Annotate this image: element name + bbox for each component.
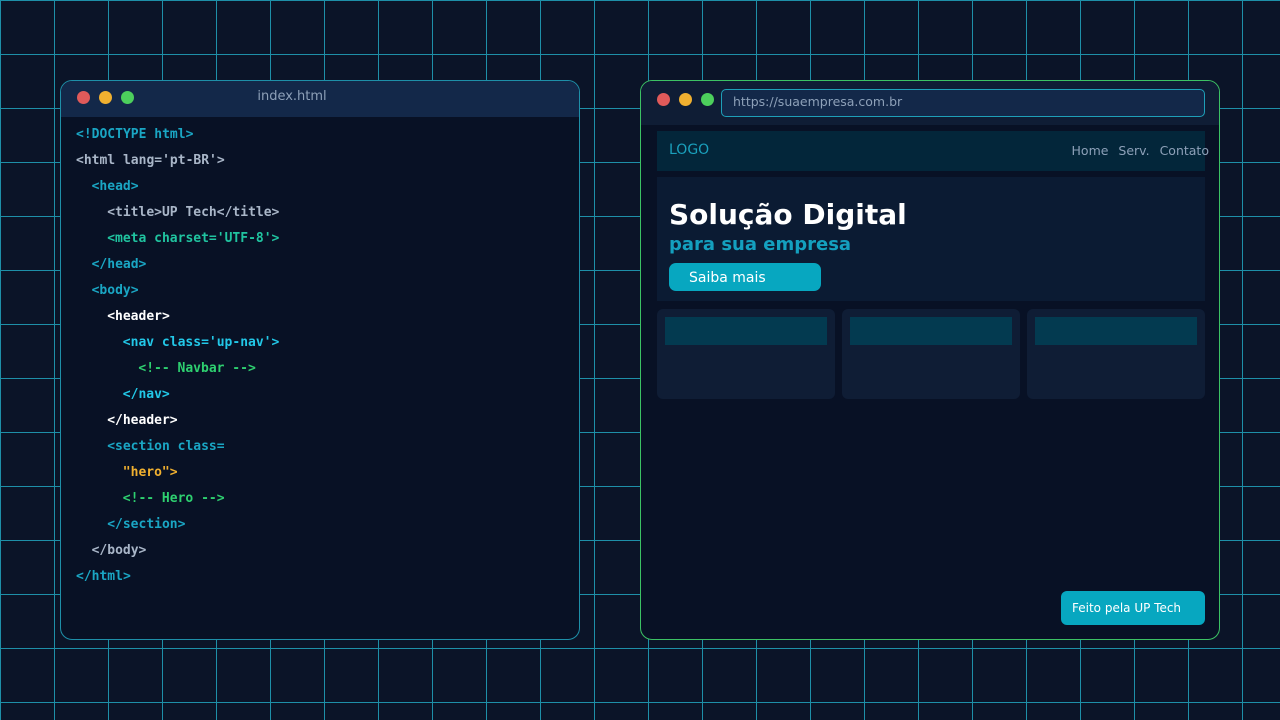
code-line: <html lang='pt-BR'> — [76, 153, 225, 168]
browser-window: https://suaempresa.com.br LOGO Home Serv… — [640, 80, 1220, 640]
code-line: </section> — [107, 517, 186, 532]
hero-section: Solução Digital para sua empresa Saiba m… — [657, 177, 1205, 301]
code-line: <!-- Hero --> — [122, 491, 225, 506]
nav-link-contact[interactable]: Contato — [1160, 143, 1209, 158]
nav-link-home[interactable]: Home — [1072, 143, 1109, 158]
browser-titlebar: https://suaempresa.com.br — [641, 81, 1219, 125]
code-line: <nav class='up-nav'> — [122, 335, 280, 350]
feature-card — [842, 309, 1020, 399]
made-by-badge[interactable]: Feito pela UP Tech — [1061, 591, 1205, 625]
feature-card — [1027, 309, 1205, 399]
close-dot-icon[interactable] — [657, 93, 670, 106]
card-header-bar — [665, 317, 827, 345]
code-line: <!DOCTYPE html> — [76, 127, 194, 142]
minimize-dot-icon[interactable] — [679, 93, 692, 106]
feature-card — [657, 309, 835, 399]
address-bar[interactable]: https://suaempresa.com.br — [721, 89, 1205, 117]
code-line: </body> — [91, 543, 147, 558]
nav-link-services[interactable]: Serv. — [1118, 143, 1149, 158]
maximize-dot-icon[interactable] — [701, 93, 714, 106]
nav-links: Home Serv. Contato — [1066, 143, 1209, 158]
card-header-bar — [1035, 317, 1197, 345]
code-line: <meta charset='UTF-8'> — [107, 231, 280, 246]
card-header-bar — [850, 317, 1012, 345]
hero-title: Solução Digital — [669, 198, 907, 231]
code-line: <title>UP Tech</title> — [107, 205, 280, 220]
code-editor-window: index.html <!DOCTYPE html> <html lang='pt… — [60, 80, 580, 640]
site-navbar: LOGO Home Serv. Contato — [657, 131, 1209, 171]
editor-file-title: index.html — [257, 89, 327, 104]
code-line: </head> — [91, 257, 147, 272]
editor-titlebar: index.html — [61, 81, 579, 117]
code-line: <!-- Navbar --> — [138, 361, 256, 376]
code-line: <body> — [91, 283, 139, 298]
code-line: "hero"> — [122, 465, 178, 480]
hero-subtitle: para sua empresa — [669, 234, 852, 255]
learn-more-button[interactable]: Saiba mais — [669, 263, 821, 291]
site-logo[interactable]: LOGO — [669, 142, 709, 158]
code-line: <head> — [91, 179, 139, 194]
code-line: <header> — [107, 309, 170, 324]
code-line: </header> — [107, 413, 178, 428]
code-line: </html> — [76, 569, 131, 584]
code-line: <section class= — [107, 439, 225, 454]
code-line: </nav> — [122, 387, 170, 402]
